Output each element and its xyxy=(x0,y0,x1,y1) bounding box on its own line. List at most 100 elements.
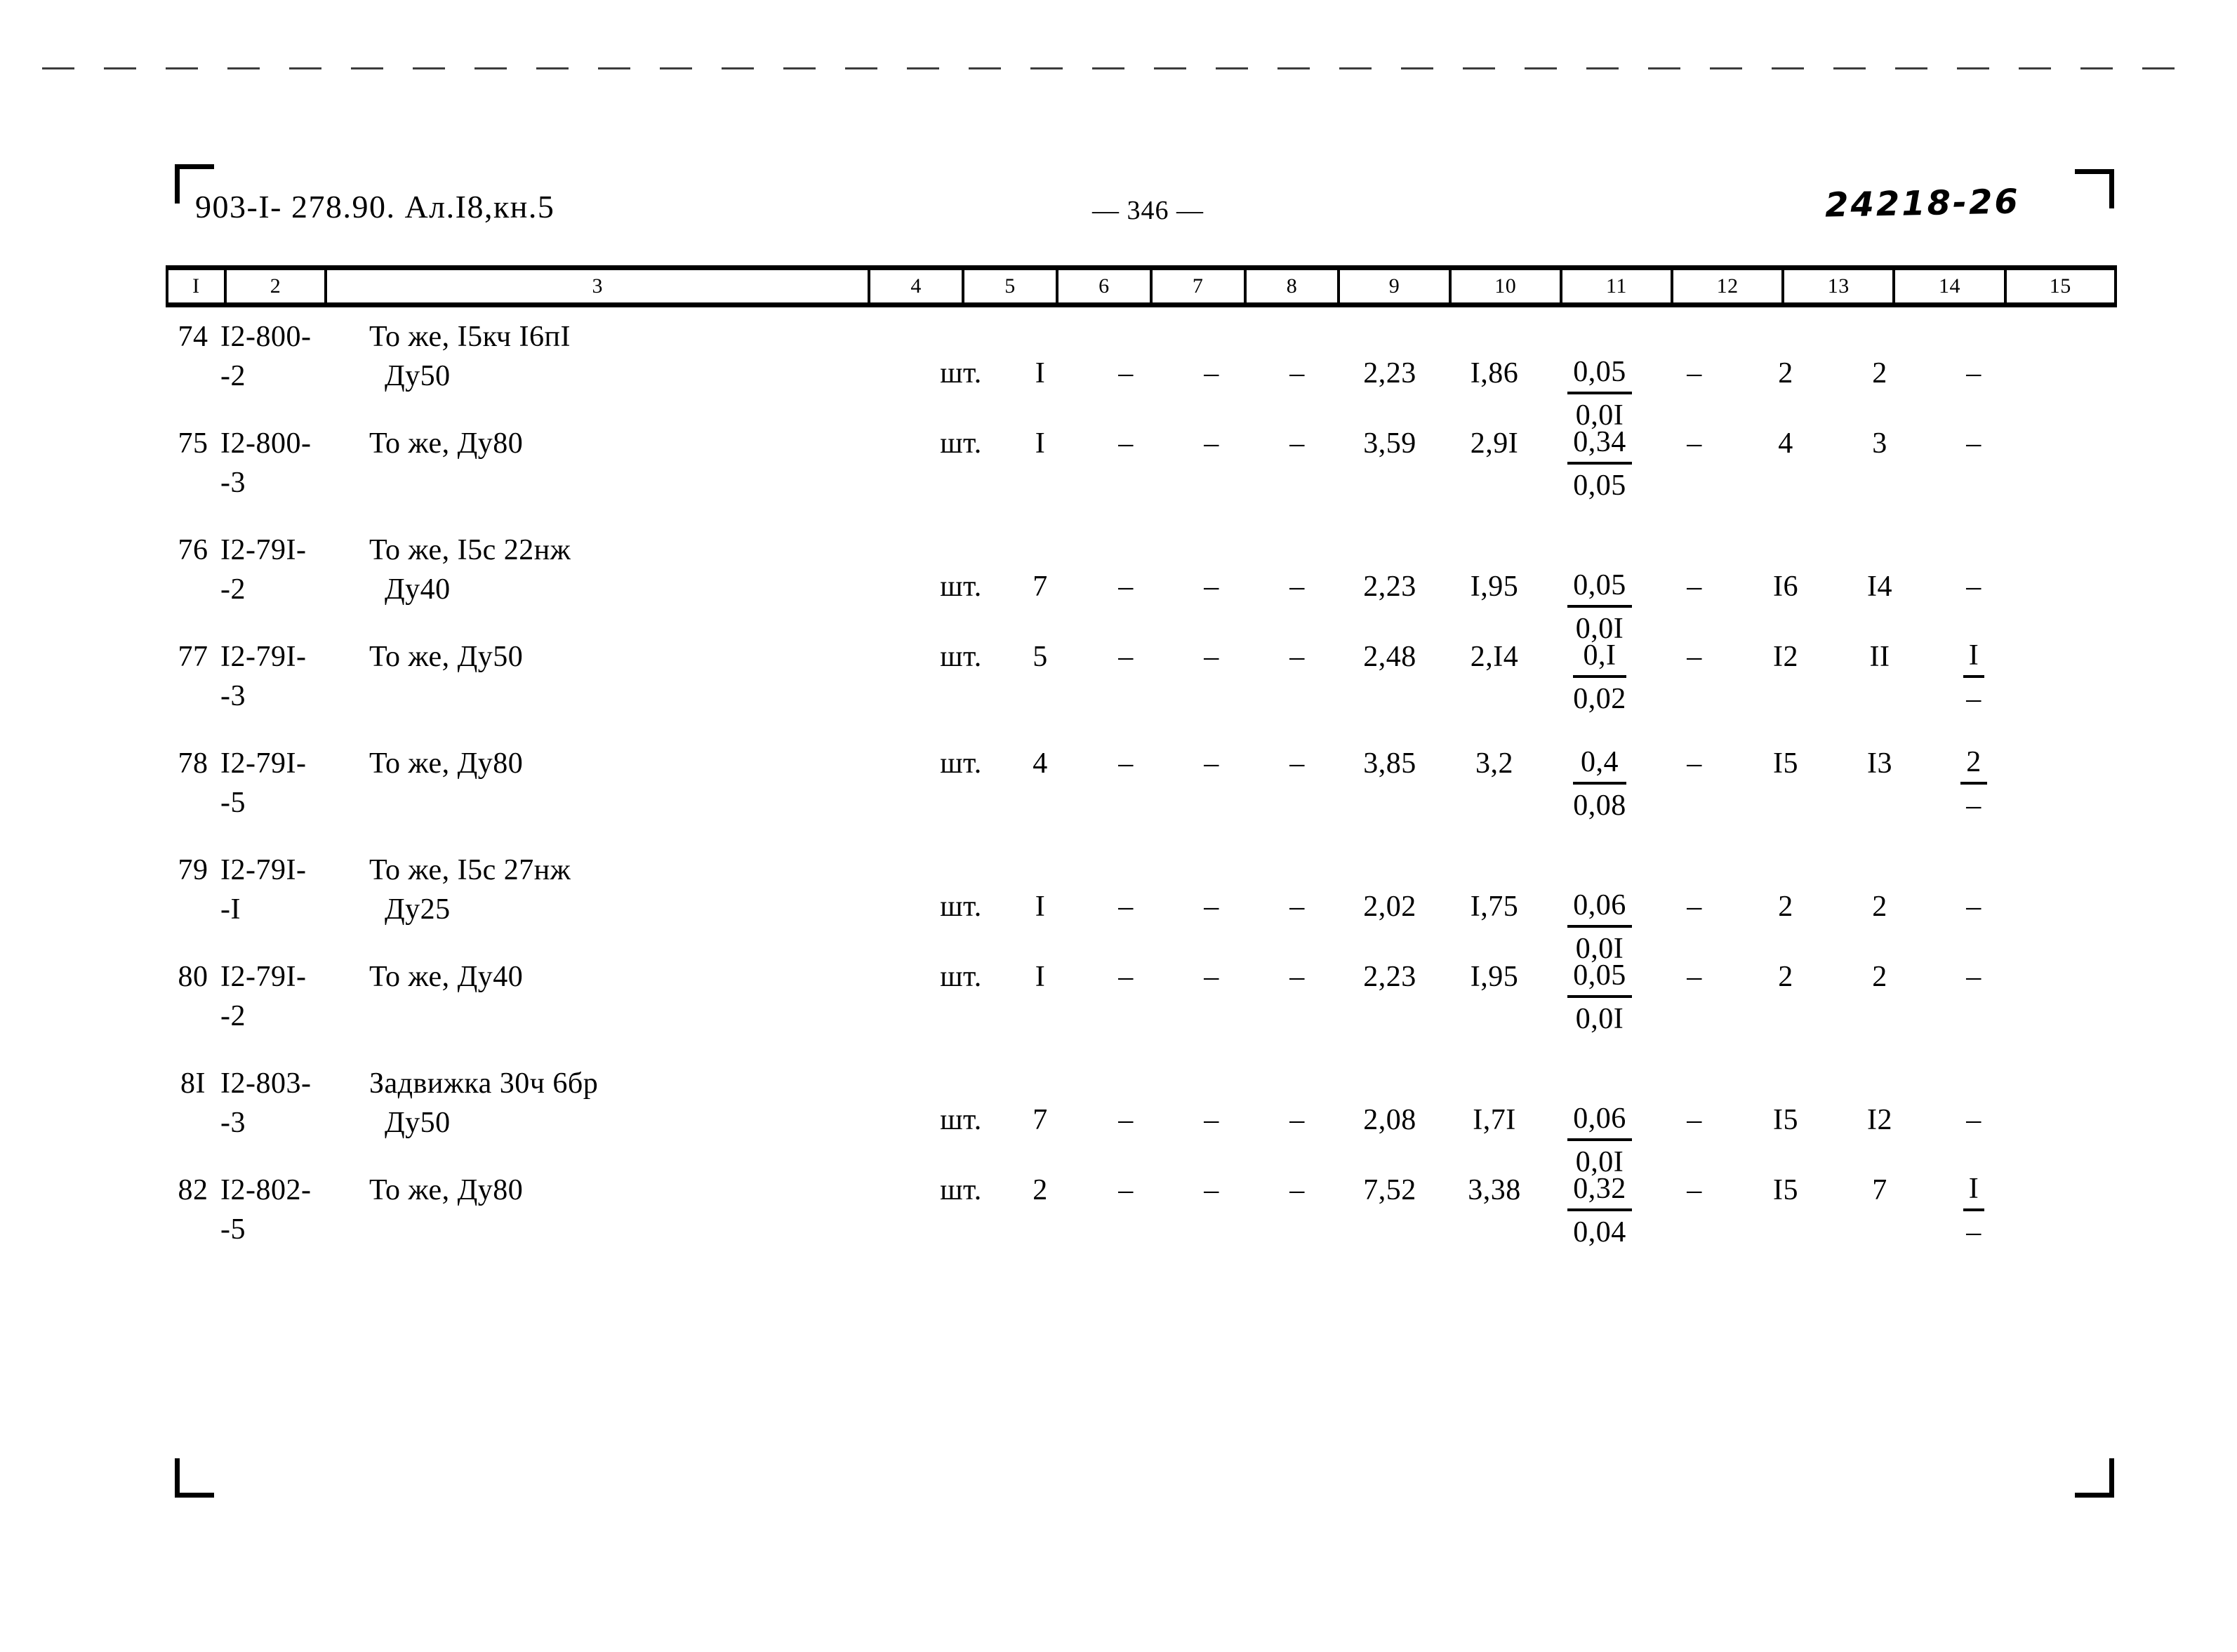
value-col-8: – xyxy=(1289,1104,1305,1136)
value-col-11-fraction: 0,I 0,02 xyxy=(1547,637,1652,719)
quantity: I xyxy=(1035,427,1046,460)
value-col-7: – xyxy=(1204,891,1219,923)
unit-of-measure: шт. xyxy=(940,747,982,780)
value-col-12: – xyxy=(1687,1104,1702,1136)
value-col-7: – xyxy=(1204,641,1219,673)
table-row: 80 I2-79I- -2 То же, Ду40 шт. I – – – 2,23 I,95 0,0… xyxy=(166,957,2117,1064)
column-header-10: 10 xyxy=(1452,270,1562,302)
unit-of-measure: шт. xyxy=(940,427,982,460)
row-number: 76 xyxy=(178,534,208,566)
column-header-13: 13 xyxy=(1784,270,1896,302)
value-col-8: – xyxy=(1289,571,1305,603)
row-number: 75 xyxy=(178,427,208,460)
value-col-6: – xyxy=(1118,641,1134,673)
table-row: 79 I2-79I- -I То же, I5с 27нж Ду25 шт. I – – – 2,0… xyxy=(166,851,2117,965)
table-row: 76 I2-79I- -2 То же, I5с 22нж Ду40 шт. 7 – – – 2,2… xyxy=(166,531,2117,645)
value-col-10: 3,38 xyxy=(1468,1174,1521,1206)
row-number: 78 xyxy=(178,747,208,780)
value-col-9: 3,85 xyxy=(1363,747,1416,780)
scan-edge-artifact xyxy=(42,67,2190,69)
table-row: 8I I2-803- -3 Задвижка 30ч 6бр Ду50 шт. 7 – – – 2,… xyxy=(166,1064,2117,1178)
value-col-15-fraction: I – xyxy=(1932,1171,2016,1252)
page-number: — 346 — xyxy=(1092,196,1204,225)
item-description: Задвижка 30ч 6бр Ду50 xyxy=(369,1067,599,1139)
value-col-15: – xyxy=(1966,961,1982,993)
value-col-6: – xyxy=(1118,427,1134,460)
item-code: I2-803- -3 xyxy=(220,1067,312,1139)
unit-of-measure: шт. xyxy=(940,891,982,923)
value-col-15-fraction: I – xyxy=(1932,637,2016,719)
archive-code-handwritten: 24218-26 xyxy=(1824,182,2021,225)
value-col-8: – xyxy=(1289,891,1305,923)
value-col-8: – xyxy=(1289,641,1305,673)
item-code: I2-800- -3 xyxy=(220,427,312,499)
value-col-7: – xyxy=(1204,1174,1219,1206)
item-description: То же, I5кч I6пI Ду50 xyxy=(369,321,571,392)
value-col-11-fraction: 0,05 0,0I xyxy=(1547,354,1652,435)
specification-table: 74 I2-800- -2 То же, I5кч I6пI Ду50 шт. I – – –2,… xyxy=(166,317,2117,1277)
unit-of-measure: шт. xyxy=(940,357,982,389)
value-col-15: – xyxy=(1966,571,1982,603)
value-col-13: I2 xyxy=(1773,641,1798,673)
value-col-9: 2,02 xyxy=(1363,891,1416,923)
value-col-12: – xyxy=(1687,747,1702,780)
value-col-13: 2 xyxy=(1778,891,1793,923)
value-col-15: – xyxy=(1966,891,1982,923)
value-col-9: 7,52 xyxy=(1363,1174,1416,1206)
quantity: 5 xyxy=(1033,641,1048,673)
value-col-6: – xyxy=(1118,747,1134,780)
value-col-13: 2 xyxy=(1778,961,1793,993)
column-header-3: 3 xyxy=(327,270,871,302)
unit-of-measure: шт. xyxy=(940,1104,982,1136)
value-col-12: – xyxy=(1687,357,1702,389)
quantity: 2 xyxy=(1033,1174,1048,1206)
column-header-4: 4 xyxy=(870,270,965,302)
value-col-15: – xyxy=(1966,357,1982,389)
value-col-9: 2,23 xyxy=(1363,357,1416,389)
value-col-12: – xyxy=(1687,427,1702,460)
column-header-I: I xyxy=(168,270,227,302)
value-col-10: 2,9I xyxy=(1470,427,1519,460)
unit-of-measure: шт. xyxy=(940,1174,982,1206)
value-col-11-fraction: 0,05 0,0I xyxy=(1547,957,1652,1039)
value-col-9: 3,59 xyxy=(1363,427,1416,460)
column-header-6: 6 xyxy=(1058,270,1153,302)
value-col-9: 2,48 xyxy=(1363,641,1416,673)
quantity: I xyxy=(1035,961,1046,993)
quantity: I xyxy=(1035,891,1046,923)
column-header-9: 9 xyxy=(1340,270,1452,302)
value-col-8: – xyxy=(1289,747,1305,780)
column-header-14: 14 xyxy=(1895,270,2007,302)
item-code: I2-802- -5 xyxy=(220,1174,312,1246)
value-col-11-fraction: 0,4 0,08 xyxy=(1547,744,1652,825)
value-col-9: 2,08 xyxy=(1363,1104,1416,1136)
value-col-7: – xyxy=(1204,747,1219,780)
column-header-8: 8 xyxy=(1247,270,1341,302)
row-number: 79 xyxy=(178,854,208,886)
value-col-7: – xyxy=(1204,357,1219,389)
table-row: 74 I2-800- -2 То же, I5кч I6пI Ду50 шт. I – – – 2,… xyxy=(166,317,2117,432)
value-col-13: 4 xyxy=(1778,427,1793,460)
value-col-10: I,95 xyxy=(1470,571,1519,603)
value-col-12: – xyxy=(1687,961,1702,993)
value-col-14: I3 xyxy=(1867,747,1892,780)
value-col-14: I2 xyxy=(1867,1104,1892,1136)
value-col-11-fraction: 0,05 0,0I xyxy=(1547,567,1652,648)
scanned-page: 903-I- 278.90. Ал.I8,кн.5 — 346 — 24218-… xyxy=(0,0,2237,1652)
quantity: I xyxy=(1035,357,1046,389)
value-col-10: 2,I4 xyxy=(1470,641,1519,673)
quantity: 4 xyxy=(1033,747,1048,780)
value-col-15: – xyxy=(1966,427,1982,460)
item-code: I2-79I- -3 xyxy=(220,641,307,712)
value-col-6: – xyxy=(1118,1174,1134,1206)
value-col-10: 3,2 xyxy=(1475,747,1513,780)
value-col-11-fraction: 0,06 0,0I xyxy=(1547,887,1652,968)
value-col-13: 2 xyxy=(1778,357,1793,389)
value-col-9: 2,23 xyxy=(1363,571,1416,603)
value-col-11-fraction: 0,06 0,0I xyxy=(1547,1100,1652,1182)
item-description: То же, I5с 27нж Ду25 xyxy=(369,854,571,926)
column-header-7: 7 xyxy=(1153,270,1247,302)
value-col-12: – xyxy=(1687,571,1702,603)
item-description: То же, Ду40 xyxy=(369,961,524,993)
value-col-6: – xyxy=(1118,571,1134,603)
